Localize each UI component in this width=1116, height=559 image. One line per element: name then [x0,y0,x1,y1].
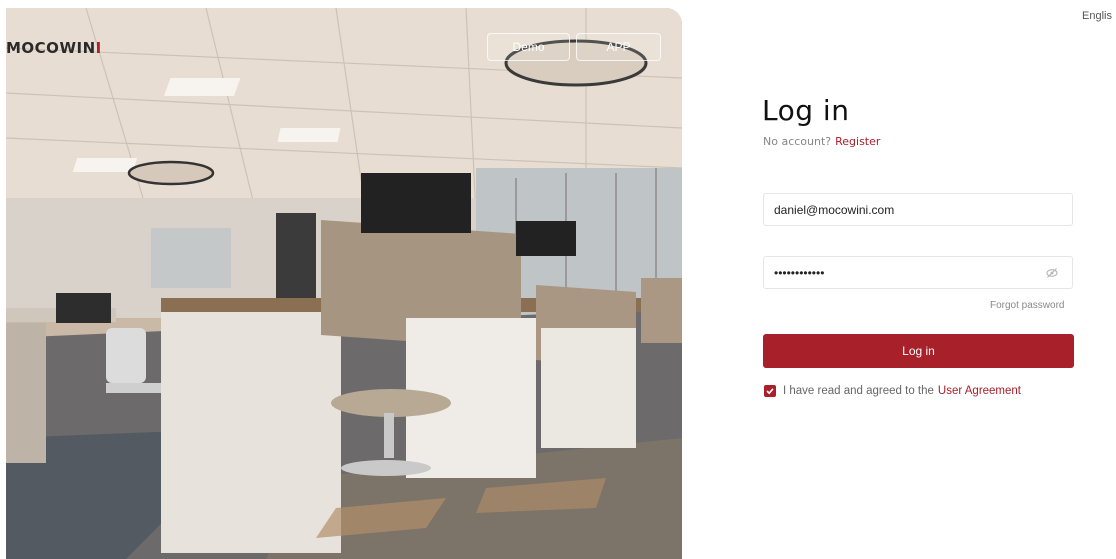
email-field-wrapper [763,193,1073,226]
checkmark-icon [766,388,774,395]
login-title: Log in [762,94,850,127]
login-button[interactable]: Log in [763,334,1074,368]
eye-slash-icon[interactable] [1046,267,1058,279]
password-field[interactable] [764,257,1034,288]
forgot-password-link[interactable]: Forgot password [990,300,1064,311]
no-account-text: No account? [763,135,832,148]
brand-logo-accent: I [95,39,102,57]
agreement-row: I have read and agreed to the User Agreem… [764,385,1021,397]
agreement-text: I have read and agreed to the [783,385,934,397]
email-field[interactable] [764,194,1034,225]
hero-image-panel: MOCOWINI Demo APP [6,8,682,559]
brand-logo-text: MOCOWIN [6,39,96,57]
register-link[interactable]: Register [835,135,880,148]
brand-logo: MOCOWINI [6,39,102,57]
office-photo [6,8,682,559]
app-button[interactable]: APP [576,33,661,61]
password-field-wrapper [763,256,1073,289]
demo-button[interactable]: Demo [487,33,570,61]
user-agreement-link[interactable]: User Agreement [938,385,1021,397]
language-selector[interactable]: English [1082,10,1112,22]
agreement-checkbox[interactable] [764,385,776,397]
register-prompt: No account? Register [763,135,880,148]
